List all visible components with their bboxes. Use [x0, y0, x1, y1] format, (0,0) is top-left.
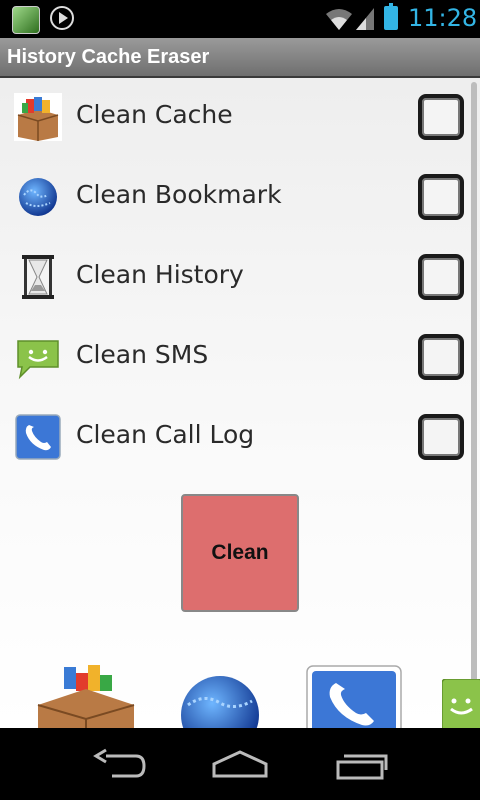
list-item-clean-sms[interactable]: Clean SMS — [0, 318, 480, 398]
phone-icon[interactable] — [306, 665, 402, 728]
status-bar: 11:28 — [0, 0, 480, 38]
clean-call-log-checkbox[interactable] — [418, 414, 464, 460]
play-icon — [50, 6, 74, 30]
battery-icon — [384, 3, 398, 30]
clean-history-checkbox[interactable] — [418, 254, 464, 300]
list-item-clean-cache[interactable]: Clean Cache — [0, 78, 480, 158]
bottom-icon-strip — [0, 663, 480, 728]
home-icon[interactable] — [210, 746, 270, 782]
title-bar: History Cache Eraser — [0, 38, 480, 78]
signal-icon — [356, 8, 374, 30]
phone-icon — [15, 414, 61, 460]
cache-box-icon — [14, 93, 62, 141]
wifi-icon — [326, 9, 352, 30]
item-label: Clean SMS — [76, 340, 209, 369]
navigation-bar — [0, 728, 480, 800]
app-notification-icon — [12, 6, 40, 34]
hourglass-icon — [22, 255, 54, 299]
back-icon[interactable] — [92, 746, 148, 782]
clean-sms-checkbox[interactable] — [418, 334, 464, 380]
clean-cache-checkbox[interactable] — [418, 94, 464, 140]
sms-icon — [17, 340, 59, 380]
page-title: History Cache Eraser — [7, 46, 210, 68]
recent-apps-icon[interactable] — [334, 746, 390, 782]
sms-icon[interactable] — [442, 679, 480, 728]
cache-box-icon[interactable] — [36, 665, 136, 728]
item-label: Clean History — [76, 260, 244, 289]
clock: 11:28 — [408, 4, 478, 32]
item-label: Clean Cache — [76, 100, 233, 129]
clean-button[interactable]: Clean — [181, 494, 299, 612]
scrollbar[interactable] — [471, 82, 477, 694]
list-item-clean-call-log[interactable]: Clean Call Log — [0, 398, 480, 478]
clean-bookmark-checkbox[interactable] — [418, 174, 464, 220]
main-content: Clean Cache Clean Bookmark Clean History… — [0, 78, 480, 728]
globe-icon — [19, 178, 57, 216]
list-item-clean-history[interactable]: Clean History — [0, 238, 480, 318]
item-label: Clean Call Log — [76, 420, 255, 449]
item-label: Clean Bookmark — [76, 180, 282, 209]
globe-icon[interactable] — [180, 675, 260, 728]
list-item-clean-bookmark[interactable]: Clean Bookmark — [0, 158, 480, 238]
